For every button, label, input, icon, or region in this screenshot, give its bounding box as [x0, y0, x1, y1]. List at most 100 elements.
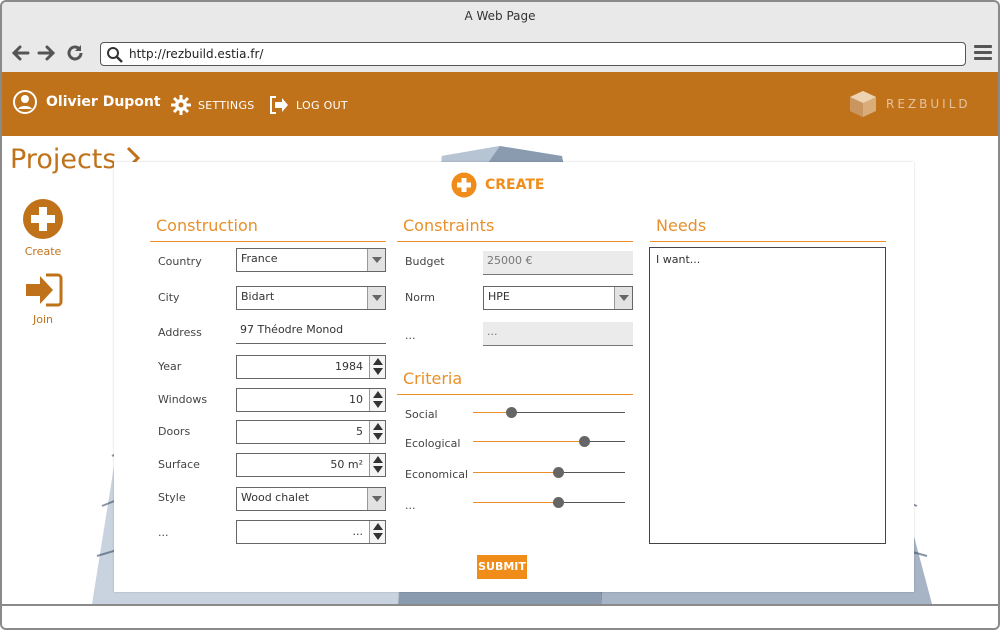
year-stepper[interactable]: 1984: [236, 355, 386, 379]
brand-logo: REZBUILD: [848, 90, 971, 118]
plus-circle-icon: [451, 172, 477, 198]
budget-input[interactable]: 25000 €: [483, 251, 633, 275]
doors-label: Doors: [158, 425, 191, 438]
reload-icon[interactable]: [64, 42, 86, 64]
join-icon: [26, 273, 63, 307]
needs-textarea[interactable]: I want...: [649, 247, 886, 544]
budget-label: Budget: [405, 255, 445, 268]
user-profile[interactable]: Olivier Dupont: [12, 89, 161, 115]
url-text: http://rezbuild.estia.fr/: [129, 47, 264, 61]
address-label: Address: [158, 326, 202, 339]
criteria-label-extra: ...: [405, 499, 416, 512]
country-value: France: [241, 252, 278, 265]
country-select[interactable]: France: [236, 248, 386, 272]
stepper-arrows-icon[interactable]: [369, 454, 385, 476]
needs-heading: Needs: [656, 216, 707, 235]
join-label: Join: [32, 313, 53, 326]
criteria-divider: [397, 394, 633, 395]
browser-window: A Web Page http://rezbuild.estia.fr/ Oli…: [0, 0, 1000, 630]
app-header: Olivier Dupont SETTINGS LOG OUT REZBUILD: [2, 72, 998, 136]
surface-label: Surface: [158, 458, 200, 471]
join-project-button[interactable]: Join: [17, 272, 69, 326]
chevron-down-icon[interactable]: [367, 287, 385, 309]
doors-stepper[interactable]: 5: [236, 420, 386, 444]
search-icon: [107, 47, 123, 63]
address-input[interactable]: 97 Théodre Monod: [236, 320, 386, 344]
style-select[interactable]: Wood chalet: [236, 487, 386, 511]
page-title-text: Projects: [10, 144, 117, 175]
forward-arrow-icon[interactable]: [35, 42, 57, 64]
chevron-down-icon[interactable]: [614, 287, 632, 309]
create-project-button[interactable]: Create: [17, 198, 69, 258]
gear-icon: [171, 95, 191, 115]
economical-slider[interactable]: [473, 466, 625, 480]
needs-divider: [650, 241, 886, 242]
criteria-label-ecological: Ecological: [405, 437, 461, 450]
hamburger-menu-icon[interactable]: [974, 45, 992, 61]
logout-label: LOG OUT: [296, 98, 348, 112]
constraints-heading: Constraints: [403, 216, 495, 235]
country-label: Country: [158, 255, 202, 268]
chevron-down-icon[interactable]: [367, 249, 385, 271]
stepper-arrows-icon[interactable]: [369, 389, 385, 411]
year-value: 1984: [335, 360, 363, 373]
address-value: 97 Théodre Monod: [240, 323, 344, 336]
back-arrow-icon[interactable]: [10, 42, 32, 64]
slider-thumb[interactable]: [553, 467, 564, 478]
surface-value: 50 m²: [330, 458, 363, 471]
style-value: Wood chalet: [241, 491, 310, 504]
logout-icon: [270, 96, 288, 114]
city-value: Bidart: [241, 290, 275, 303]
dialog-title-text: CREATE: [485, 177, 545, 193]
ecological-slider[interactable]: [473, 435, 625, 449]
extra-constraint-label: ...: [405, 329, 416, 342]
norm-value: HPE: [488, 290, 510, 303]
submit-button[interactable]: SUBMIT: [477, 555, 527, 579]
windows-value: 10: [349, 393, 363, 406]
brand-name: REZBUILD: [886, 97, 971, 111]
budget-value: 25000 €: [487, 254, 533, 267]
criteria-heading: Criteria: [403, 369, 463, 388]
page-viewport: Olivier Dupont SETTINGS LOG OUT REZBUILD…: [2, 72, 998, 604]
stepper-arrows-icon[interactable]: [369, 521, 385, 543]
extra-constraint-value: ...: [487, 325, 498, 338]
construction-divider: [150, 241, 386, 242]
extra-constraint-input[interactable]: ...: [483, 322, 633, 346]
extra-construction-stepper[interactable]: ...: [236, 520, 386, 544]
user-avatar-icon: [13, 90, 37, 114]
create-project-dialog: CREATE Construction Country France City …: [114, 162, 914, 592]
extra-criteria-slider[interactable]: [473, 496, 625, 510]
rezbuild-logo-icon: [850, 91, 876, 117]
browser-navbar: http://rezbuild.estia.fr/: [2, 32, 998, 72]
style-label: Style: [158, 491, 186, 504]
criteria-label-economical: Economical: [405, 468, 469, 481]
plus-circle-icon: [23, 199, 63, 239]
norm-label: Norm: [405, 291, 436, 304]
constraints-divider: [397, 241, 633, 242]
construction-heading: Construction: [156, 216, 258, 235]
windows-label: Windows: [158, 393, 208, 406]
norm-select[interactable]: HPE: [483, 286, 633, 310]
criteria-label-social: Social: [405, 408, 438, 421]
settings-label: SETTINGS: [198, 98, 255, 112]
stepper-arrows-icon[interactable]: [369, 421, 385, 443]
dialog-title: CREATE: [451, 172, 544, 198]
window-title: A Web Page: [464, 9, 536, 23]
extra-construction-label: ...: [158, 526, 169, 539]
needs-value: I want...: [656, 253, 701, 266]
settings-link[interactable]: SETTINGS: [170, 94, 255, 116]
slider-thumb[interactable]: [553, 497, 564, 508]
city-select[interactable]: Bidart: [236, 286, 386, 310]
chevron-down-icon[interactable]: [367, 488, 385, 510]
windows-stepper[interactable]: 10: [236, 388, 386, 412]
slider-thumb[interactable]: [506, 407, 517, 418]
slider-thumb[interactable]: [579, 436, 590, 447]
address-bar[interactable]: http://rezbuild.estia.fr/: [100, 42, 966, 66]
doors-value: 5: [356, 425, 363, 438]
browser-status-bar: [2, 604, 998, 628]
logout-link[interactable]: LOG OUT: [268, 94, 348, 116]
surface-stepper[interactable]: 50 m²: [236, 453, 386, 477]
stepper-arrows-icon[interactable]: [369, 356, 385, 378]
year-label: Year: [158, 360, 182, 373]
social-slider[interactable]: [473, 406, 625, 420]
